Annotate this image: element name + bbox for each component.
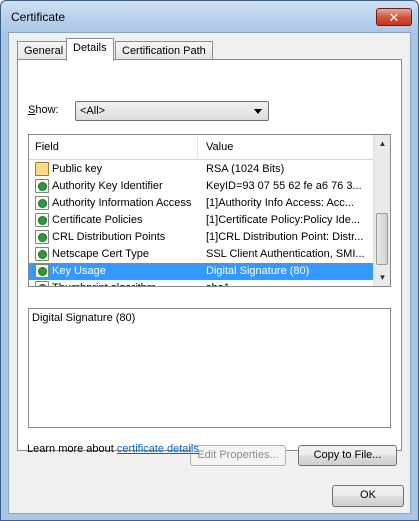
ok-button[interactable]: OK <box>332 485 404 507</box>
tab-general[interactable]: General <box>17 41 71 60</box>
field-detail-box[interactable]: Digital Signature (80) <box>28 308 391 428</box>
row-value: sha1 <box>206 282 371 286</box>
list-row-2[interactable]: Authority Information Access [1]Authority… <box>29 195 373 212</box>
ok-label: OK <box>360 489 376 501</box>
certificate-details-link[interactable]: certificate details <box>117 443 199 455</box>
column-divider[interactable] <box>197 137 198 158</box>
column-header-field[interactable]: Field <box>35 141 59 153</box>
column-header-value[interactable]: Value <box>206 141 233 153</box>
row-value: SSL Client Authentication, SMI... <box>206 248 365 260</box>
cert-extension-icon <box>35 247 49 261</box>
cert-extension-icon <box>35 213 49 227</box>
list-row-7[interactable]: Thumbprint algorithm sha1 <box>29 280 373 286</box>
row-field: Public key <box>52 163 103 175</box>
row-value: RSA (1024 Bits) <box>206 163 285 175</box>
tab-certification-path-label: Certification Path <box>122 45 206 57</box>
cert-extension-icon <box>35 196 49 210</box>
tab-details[interactable]: Details <box>66 38 114 61</box>
list-row-0[interactable]: Public key RSA (1024 Bits) <box>29 161 373 178</box>
row-value: Digital Signature (80) <box>206 265 310 277</box>
show-dropdown-value: <All> <box>80 105 106 117</box>
list-row-4[interactable]: CRL Distribution Points [1]CRL Distributi… <box>29 229 373 246</box>
fields-list[interactable]: Field Value Public key RSA (1024 Bits) Aut… <box>28 134 391 287</box>
row-field: Netscape Cert Type <box>52 248 150 260</box>
vertical-scrollbar[interactable]: ▲ ▼ <box>373 135 390 286</box>
list-row-3[interactable]: Certificate Policies [1]Certificate Polic… <box>29 212 373 229</box>
row-field: Authority Key Identifier <box>52 180 163 192</box>
row-field: Key Usage <box>52 265 106 277</box>
row-value: [1]CRL Distribution Point: Distr... <box>206 231 364 243</box>
show-dropdown[interactable]: <All> <box>75 101 269 121</box>
thumbprint-icon <box>35 281 49 286</box>
edit-properties-label: Edit Properties... <box>197 449 279 461</box>
row-value: KeyID=93 07 55 62 fe a6 76 3... <box>206 180 362 192</box>
row-field: Certificate Policies <box>52 214 143 226</box>
title-bar[interactable]: Certificate ✕ <box>1 1 418 32</box>
list-row-5[interactable]: Netscape Cert Type SSL Client Authenticat… <box>29 246 373 263</box>
certificate-window: Certificate ✕ General Details Certificat… <box>0 0 419 521</box>
row-field: CRL Distribution Points <box>52 231 166 243</box>
field-detail-text: Digital Signature (80) <box>32 312 136 324</box>
list-header: Field Value <box>29 135 373 160</box>
scroll-thumb[interactable] <box>376 213 388 265</box>
chevron-down-icon <box>254 109 262 114</box>
list-row-6[interactable]: Key Usage Digital Signature (80) <box>29 263 373 280</box>
row-field: Thumbprint algorithm <box>52 282 156 286</box>
list-row-1[interactable]: Authority Key Identifier KeyID=93 07 55 6… <box>29 178 373 195</box>
dialog-client-area: General Details Certification Path Show:… <box>8 32 411 514</box>
row-value: [1]Authority Info Access: Acc... <box>206 197 354 209</box>
cert-extension-icon <box>35 179 49 193</box>
edit-properties-button[interactable]: Edit Properties... <box>190 445 286 466</box>
copy-to-file-button[interactable]: Copy to File... <box>298 445 397 466</box>
tab-details-label: Details <box>73 42 107 54</box>
copy-to-file-label: Copy to File... <box>313 449 382 461</box>
scroll-up-icon[interactable]: ▲ <box>374 135 390 152</box>
show-label: Show: <box>28 104 59 116</box>
learn-more-prefix: Learn more about <box>27 443 117 455</box>
show-label-text: how: <box>35 104 59 116</box>
tab-general-label: General <box>24 45 64 57</box>
cert-extension-icon <box>35 230 49 244</box>
details-panel: Show: <All> Field Value Public key RSA (1… <box>17 59 402 466</box>
row-field: Authority Information Access <box>52 197 192 209</box>
window-title: Certificate <box>11 10 66 24</box>
close-button[interactable]: ✕ <box>376 8 412 26</box>
cert-extension-icon <box>35 264 49 278</box>
learn-more-text: Learn more about certificate details <box>27 443 199 455</box>
row-value: [1]Certificate Policy:Policy Ide... <box>206 214 361 226</box>
key-icon <box>35 162 49 176</box>
tab-certification-path[interactable]: Certification Path <box>115 41 213 60</box>
scroll-down-icon[interactable]: ▼ <box>374 269 390 286</box>
close-icon: ✕ <box>388 9 400 25</box>
list-rows: Public key RSA (1024 Bits) Authority Key I… <box>29 161 373 286</box>
